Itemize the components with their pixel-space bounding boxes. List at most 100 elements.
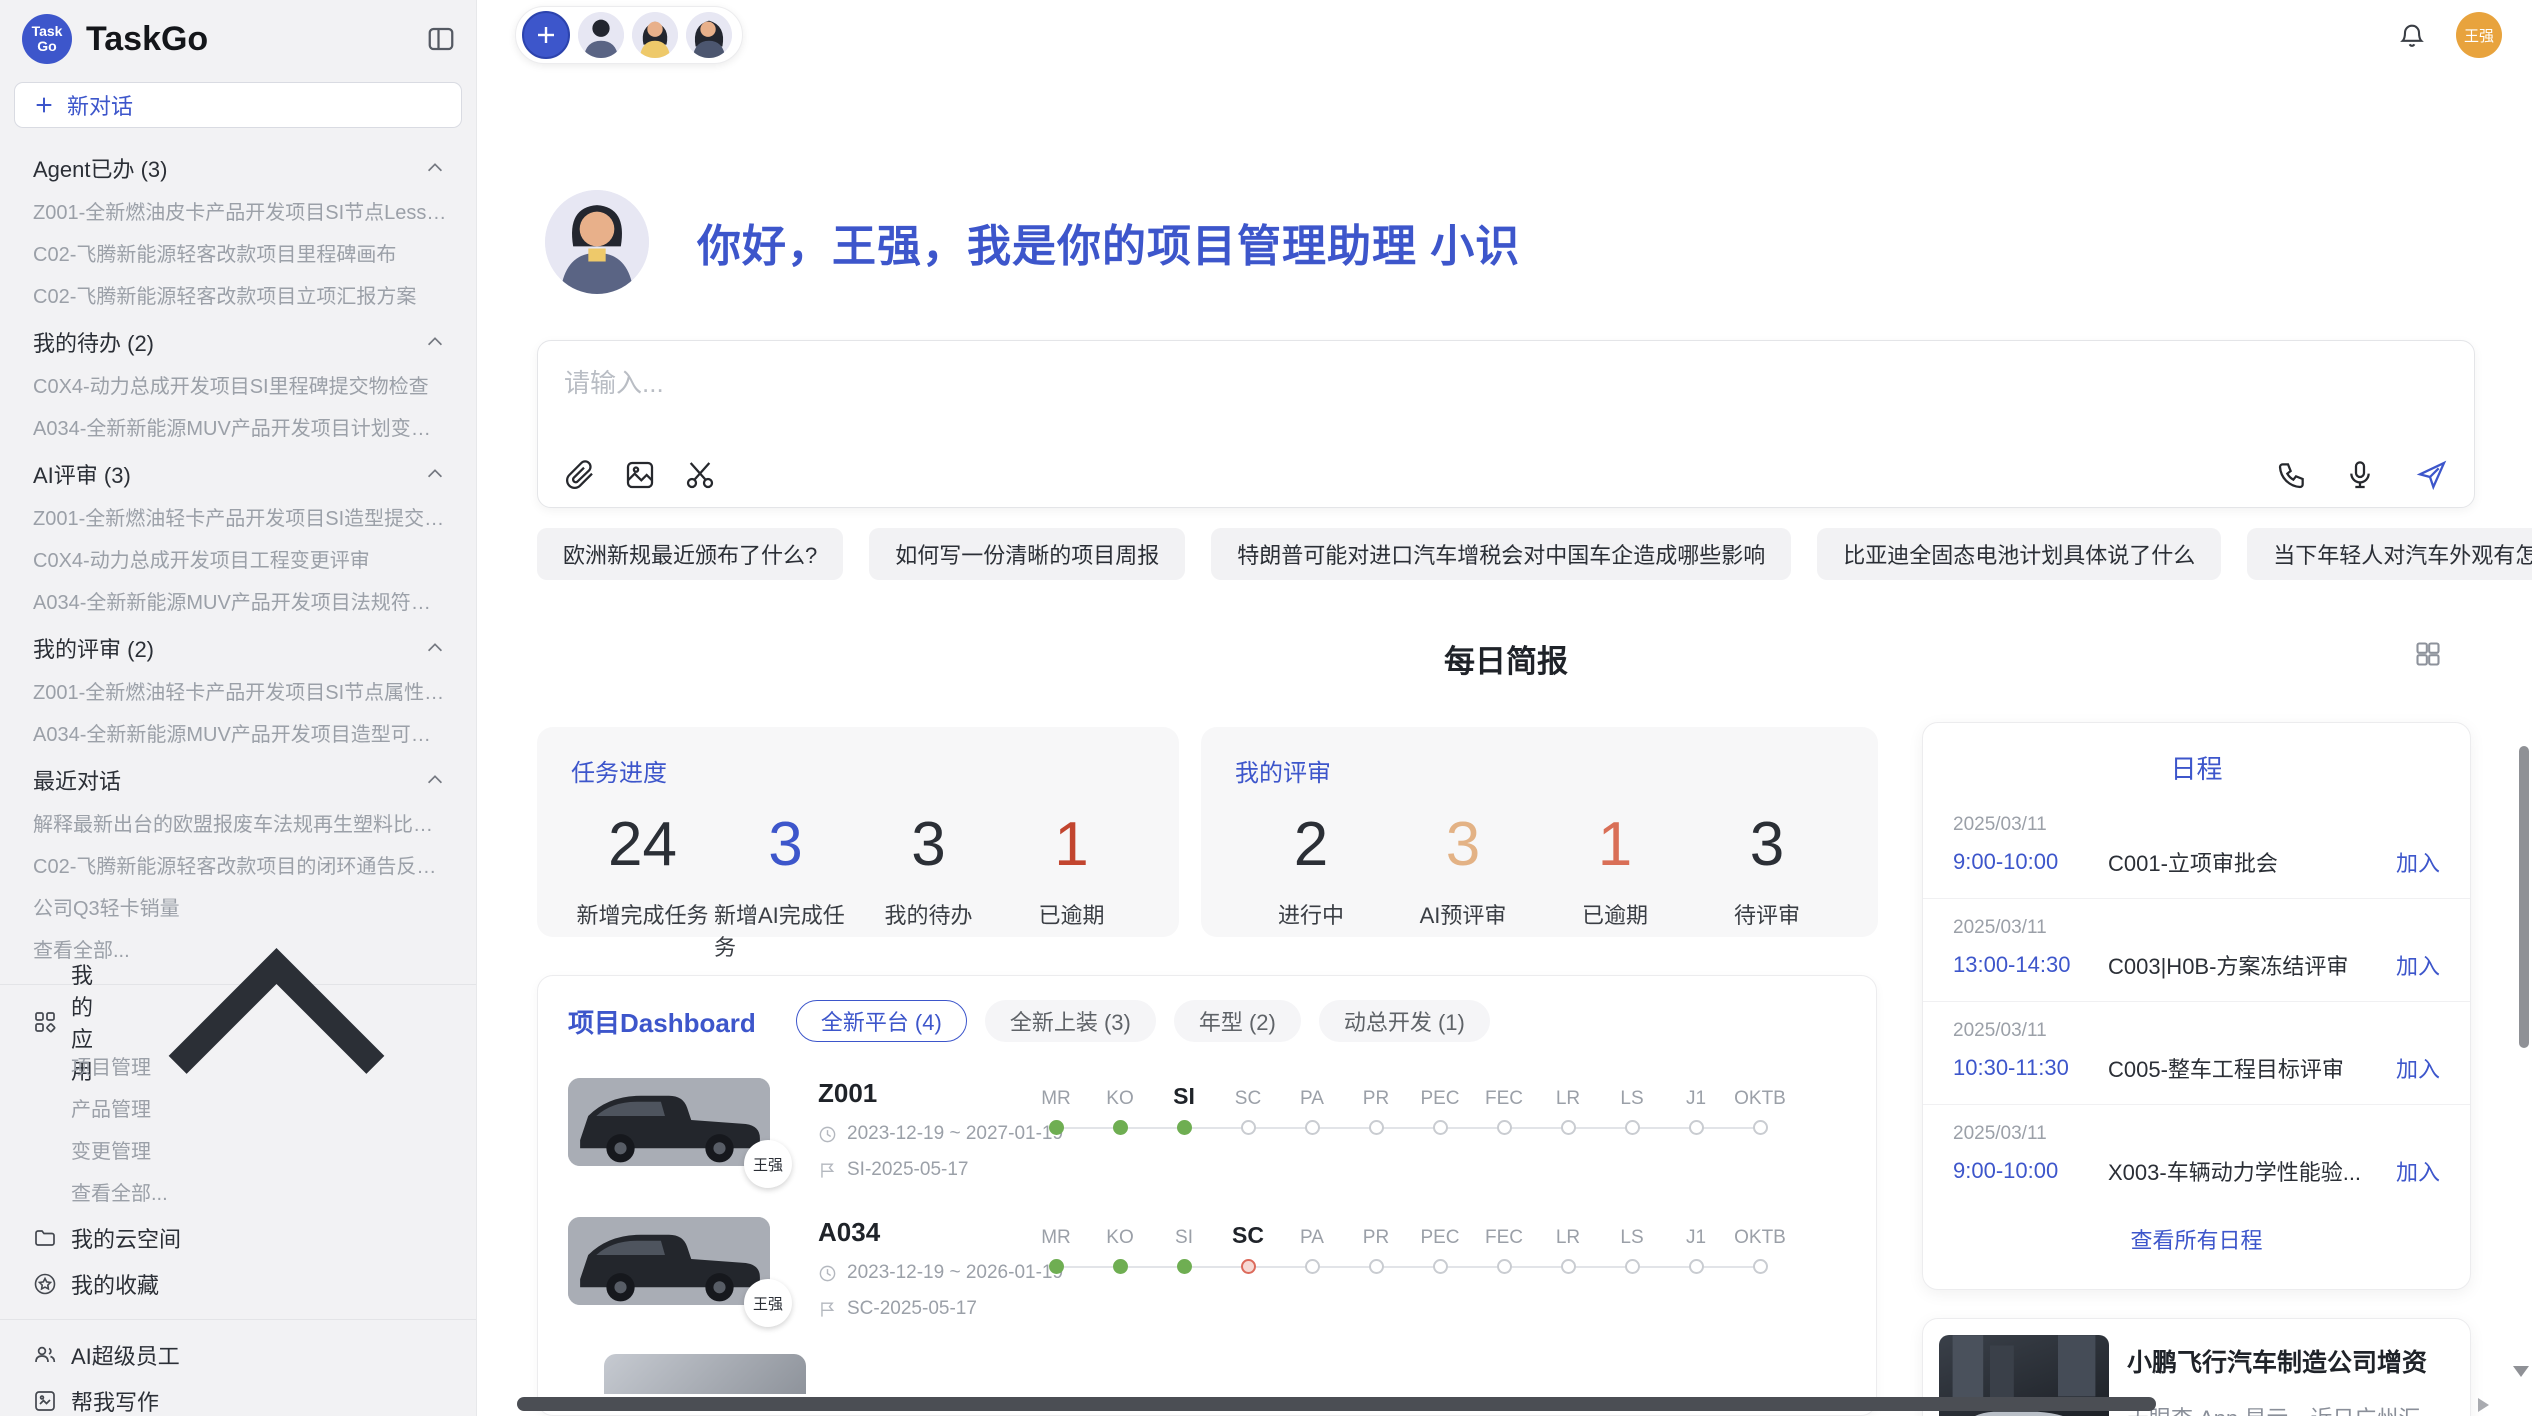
project-image-partial: [604, 1354, 806, 1394]
milestone-OKTB[interactable]: OKTB: [1728, 1080, 1792, 1144]
suggestion-chip[interactable]: 当下年轻人对汽车外观有怎样的喜好趋势: [2247, 528, 2532, 580]
dashboard-tab[interactable]: 动总开发 (1): [1319, 1000, 1490, 1042]
sidebar-collapse-icon[interactable]: [426, 24, 456, 54]
milestone-MR[interactable]: MR: [1024, 1080, 1088, 1144]
stat-label: 已逾期: [1038, 898, 1104, 930]
dashboard-tab[interactable]: 全新平台 (4): [796, 1000, 967, 1042]
milestone-LR[interactable]: LR: [1536, 1219, 1600, 1283]
project-row[interactable]: 王强Z0012023-12-19 ~ 2027-01-19SI-2025-05-…: [568, 1078, 1846, 1181]
sidebar-list-item[interactable]: Z001-全新燃油轻卡产品开发项目SI节点属性5D文件评审: [0, 672, 476, 714]
project-row[interactable]: 王强A0342023-12-19 ~ 2026-01-19SC-2025-05-…: [568, 1217, 1846, 1320]
dashboard-tab[interactable]: 全新上装 (3): [985, 1000, 1156, 1042]
event-join-link[interactable]: 加入: [2396, 1155, 2440, 1187]
attachment-icon[interactable]: [564, 459, 596, 491]
milestone-KO[interactable]: KO: [1088, 1080, 1152, 1144]
sidebar-section-4-header[interactable]: 最近对话: [0, 756, 476, 804]
voice-call-icon[interactable]: [2276, 459, 2308, 491]
sidebar-list-item[interactable]: A034-全新新能源MUV产品开发项目计划变更表编写: [0, 408, 476, 450]
scroll-down-arrow[interactable]: [2513, 1366, 2529, 1377]
sidebar-section-0-header[interactable]: Agent已办 (3): [0, 144, 476, 192]
chat-input[interactable]: [564, 363, 2448, 459]
sidebar-tool-0[interactable]: AI超级员工: [0, 1332, 476, 1378]
milestone-PEC[interactable]: PEC: [1408, 1219, 1472, 1283]
sidebar-tool-1[interactable]: 帮我写作: [0, 1378, 476, 1416]
screenshot-scissors-icon[interactable]: [684, 459, 716, 491]
chevron-up-icon[interactable]: [424, 463, 446, 485]
send-icon[interactable]: [2416, 459, 2448, 491]
clock-icon: [818, 1264, 837, 1283]
sidebar-link-1[interactable]: 我的收藏: [0, 1261, 476, 1307]
sidebar-list-item[interactable]: A034-全新新能源MUV产品开发项目法规符合性评审: [0, 582, 476, 624]
stat-item: 3待评审: [1691, 806, 1843, 930]
truck-photo: [568, 1217, 770, 1305]
sidebar-link-0[interactable]: 我的云空间: [0, 1215, 476, 1261]
milestone-LS[interactable]: LS: [1600, 1080, 1664, 1144]
schedule-view-all[interactable]: 查看所有日程: [1923, 1207, 2470, 1271]
add-agent-button[interactable]: [522, 11, 570, 59]
milestone-LS[interactable]: LS: [1600, 1219, 1664, 1283]
event-join-link[interactable]: 加入: [2396, 949, 2440, 981]
new-chat-button[interactable]: 新对话: [14, 82, 462, 128]
milestone-OKTB[interactable]: OKTB: [1728, 1219, 1792, 1283]
milestone-SC[interactable]: SC: [1216, 1219, 1280, 1283]
suggestion-chip[interactable]: 欧洲新规最近颁布了什么?: [537, 528, 843, 580]
microphone-icon[interactable]: [2344, 459, 2376, 491]
agent-avatar-2[interactable]: [632, 12, 678, 58]
milestone-PR[interactable]: PR: [1344, 1080, 1408, 1144]
chevron-up-icon[interactable]: [424, 769, 446, 791]
chevron-up-icon[interactable]: [107, 853, 446, 1192]
milestone-J1[interactable]: J1: [1664, 1219, 1728, 1283]
image-upload-icon[interactable]: [624, 459, 656, 491]
milestone-PR[interactable]: PR: [1344, 1219, 1408, 1283]
milestone-PA[interactable]: PA: [1280, 1080, 1344, 1144]
suggestion-chip[interactable]: 如何写一份清晰的项目周报: [869, 528, 1185, 580]
milestone-FEC[interactable]: FEC: [1472, 1080, 1536, 1144]
sidebar-my-apps-header[interactable]: 我的应用: [0, 997, 476, 1047]
sidebar-list-item[interactable]: 解释最新出台的欧盟报废车法规再生塑料比例被调至15%...: [0, 804, 476, 846]
sidebar: Task Go TaskGo 新对话 Agent已办 (3)Z001-全新燃油皮…: [0, 0, 477, 1416]
milestone-KO[interactable]: KO: [1088, 1219, 1152, 1283]
agent-avatar-3[interactable]: [686, 12, 732, 58]
milestone-FEC[interactable]: FEC: [1472, 1219, 1536, 1283]
sidebar-list-item[interactable]: Z001-全新燃油皮卡产品开发项目SI节点Lesson Learn报告: [0, 192, 476, 234]
stat-label: 进行中: [1278, 898, 1344, 930]
dashboard-tab[interactable]: 年型 (2): [1174, 1000, 1301, 1042]
chevron-up-icon[interactable]: [424, 157, 446, 179]
sidebar-list-item[interactable]: C0X4-动力总成开发项目SI里程碑提交物检查: [0, 366, 476, 408]
sidebar-section-3-header[interactable]: 我的评审 (2): [0, 624, 476, 672]
user-avatar[interactable]: 王强: [2456, 12, 2502, 58]
notifications-bell-icon[interactable]: [2398, 21, 2426, 49]
greeting-text: 你好，王强，我是你的项目管理助理 小识: [697, 210, 1520, 274]
milestone-PA[interactable]: PA: [1280, 1219, 1344, 1283]
milestone-SC[interactable]: SC: [1216, 1080, 1280, 1144]
event-name: C005-整车工程目标评审: [2108, 1052, 2396, 1084]
suggestion-chip[interactable]: 比亚迪全固态电池计划具体说了什么: [1817, 528, 2221, 580]
sidebar-list-item[interactable]: Z001-全新燃油轻卡产品开发项目SI造型提交物评审: [0, 498, 476, 540]
suggestion-chip[interactable]: 特朗普可能对进口汽车增税会对中国车企造成哪些影响: [1211, 528, 1791, 580]
chevron-up-icon[interactable]: [424, 637, 446, 659]
sidebar-section-1-header[interactable]: 我的待办 (2): [0, 318, 476, 366]
composer: [537, 340, 2475, 508]
sidebar-list-item[interactable]: C02-飞腾新能源轻客改款项目立项汇报方案: [0, 276, 476, 318]
milestone-SI[interactable]: SI: [1152, 1219, 1216, 1283]
agent-avatar-1[interactable]: [578, 12, 624, 58]
milestone-J1[interactable]: J1: [1664, 1080, 1728, 1144]
vertical-scrollbar-thumb[interactable]: [2519, 746, 2529, 1048]
sidebar-list-item[interactable]: C0X4-动力总成开发项目工程变更评审: [0, 540, 476, 582]
link-label: 帮我写作: [71, 1385, 159, 1416]
sidebar-list-item[interactable]: A034-全新新能源MUV产品开发项目造型可行性评审: [0, 714, 476, 756]
milestone-MR[interactable]: MR: [1024, 1219, 1088, 1283]
milestone-SI[interactable]: SI: [1152, 1080, 1216, 1144]
sidebar-list-item[interactable]: C02-飞腾新能源轻客改款项目里程碑画布: [0, 234, 476, 276]
milestone-PEC[interactable]: PEC: [1408, 1080, 1472, 1144]
scroll-right-arrow[interactable]: [2478, 1398, 2489, 1412]
sidebar-section-2-header[interactable]: AI评审 (3): [0, 450, 476, 498]
horizontal-scrollbar-thumb[interactable]: [517, 1397, 2156, 1411]
milestone-label: SI: [1175, 1219, 1193, 1249]
chevron-up-icon[interactable]: [424, 331, 446, 353]
sidebar-sections: Agent已办 (3)Z001-全新燃油皮卡产品开发项目SI节点Lesson L…: [0, 134, 476, 1416]
layout-grid-icon[interactable]: [2414, 640, 2442, 668]
event-join-link[interactable]: 加入: [2396, 1052, 2440, 1084]
event-join-link[interactable]: 加入: [2396, 846, 2440, 878]
milestone-LR[interactable]: LR: [1536, 1080, 1600, 1144]
